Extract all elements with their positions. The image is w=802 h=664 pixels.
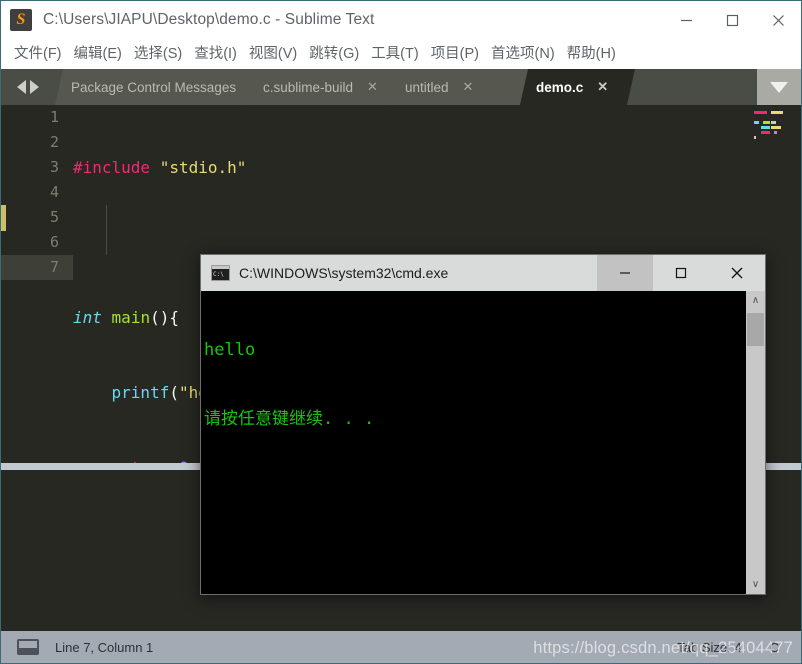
cmd-output: hello 请按任意键继续. . . (204, 293, 374, 477)
minimap-line (754, 131, 796, 134)
menu-item-project[interactable]: 项目(P) (425, 42, 485, 66)
tab-strip: Package Control Messages ✕ c.sublime-bui… (55, 69, 627, 105)
tab-nav-arrows (1, 69, 55, 105)
line-number-1: 1 (49, 108, 59, 126)
line-number-5: 5 (49, 208, 59, 226)
menu-item-tools[interactable]: 工具(T) (365, 42, 425, 66)
cmd-scrollbar[interactable]: ∧ ∨ (746, 291, 765, 594)
status-bar: Line 7, Column 1 Tab Size: 4 C https://b… (1, 631, 801, 663)
minimize-button[interactable] (663, 1, 709, 39)
syntax-label[interactable]: C (770, 640, 779, 655)
scroll-up-arrow-icon[interactable]: ∧ (746, 291, 765, 310)
window-title: C:\Users\JIAPU\Desktop\demo.c - Sublime … (43, 11, 375, 28)
menu-item-help[interactable]: 帮助(H) (561, 42, 622, 66)
title-bar: C:\Users\JIAPU\Desktop\demo.c - Sublime … (1, 1, 801, 39)
sidebar-toggle-icon[interactable] (17, 639, 39, 655)
cmd-minimize-button[interactable] (597, 255, 653, 291)
minimap-line (754, 116, 796, 119)
cmd-output-line-2: 请按任意键继续. . . (204, 409, 375, 429)
tab-list-dropdown-button[interactable] (757, 69, 801, 105)
cmd-console-icon (211, 265, 230, 281)
line-number-gutter: 1 2 3 4 5 6 7 (1, 105, 73, 463)
tab-package-control-messages[interactable]: Package Control Messages ✕ (55, 69, 255, 105)
cmd-console-body[interactable]: hello 请按任意键继续. . . ∧ ∨ (201, 291, 765, 594)
prev-tab-arrow-icon[interactable] (17, 80, 26, 94)
cmd-scrollbar-thumb[interactable] (747, 313, 764, 346)
cmd-window-title: C:\WINDOWS\system32\cmd.exe (239, 265, 449, 281)
menu-item-selection[interactable]: 选择(S) (128, 42, 188, 66)
scroll-down-arrow-icon[interactable]: ∨ (746, 575, 765, 594)
tab-size-label[interactable]: Tab Size: 4 (677, 640, 741, 655)
cmd-window[interactable]: C:\WINDOWS\system32\cmd.exe hello 请按任意键继… (200, 254, 766, 595)
menu-bar: 文件(F) 编辑(E) 选择(S) 查找(I) 视图(V) 跳转(G) 工具(T… (1, 39, 801, 69)
cursor-position: Line 7, Column 1 (55, 639, 154, 655)
chevron-down-icon (770, 81, 788, 93)
line-number-4: 4 (49, 183, 59, 201)
tab-untitled[interactable]: untitled ✕ (389, 69, 528, 105)
minimap-line (754, 111, 796, 114)
tab-close-icon[interactable]: ✕ (367, 79, 396, 95)
tab-label: untitled (405, 79, 449, 95)
maximize-button[interactable] (709, 1, 755, 39)
tab-c-sublime-build[interactable]: c.sublime-build ✕ (247, 69, 397, 105)
tab-demo-c[interactable]: demo.c ✕ (520, 69, 635, 105)
tab-bar: Package Control Messages ✕ c.sublime-bui… (1, 69, 801, 105)
menu-item-goto[interactable]: 跳转(G) (303, 42, 365, 66)
cmd-output-line-1: hello (204, 340, 256, 360)
minimap-line (754, 136, 796, 139)
cmd-maximize-button[interactable] (653, 255, 709, 291)
menu-item-edit[interactable]: 编辑(E) (68, 42, 128, 66)
tab-label: c.sublime-build (263, 79, 354, 95)
sublime-text-icon (10, 9, 32, 31)
cmd-title-bar: C:\WINDOWS\system32\cmd.exe (201, 255, 765, 291)
cmd-window-controls (597, 255, 765, 291)
tab-label: demo.c (536, 79, 584, 95)
cmd-close-button[interactable] (709, 255, 765, 291)
status-bar-right: Tab Size: 4 C (677, 640, 801, 655)
menu-item-view[interactable]: 视图(V) (243, 42, 303, 66)
next-tab-arrow-icon[interactable] (30, 80, 39, 94)
line-number-7: 7 (49, 258, 59, 276)
minimap-line (754, 126, 796, 129)
tab-close-icon[interactable]: ✕ (597, 79, 626, 95)
line-number-6: 6 (49, 233, 59, 251)
minimap-line (754, 121, 796, 124)
tab-close-icon[interactable]: ✕ (463, 79, 492, 95)
close-button[interactable] (755, 1, 801, 39)
menu-item-find[interactable]: 查找(I) (188, 42, 243, 66)
line-number-3: 3 (49, 158, 59, 176)
line-number-2: 2 (49, 133, 59, 151)
sublime-text-window: C:\Users\JIAPU\Desktop\demo.c - Sublime … (0, 0, 802, 664)
window-controls (663, 1, 801, 39)
menu-item-preferences[interactable]: 首选项(N) (485, 42, 561, 66)
menu-item-file[interactable]: 文件(F) (8, 42, 68, 66)
code-line-1: #include "stdio.h" (73, 158, 247, 177)
tab-label: Package Control Messages (71, 79, 237, 95)
